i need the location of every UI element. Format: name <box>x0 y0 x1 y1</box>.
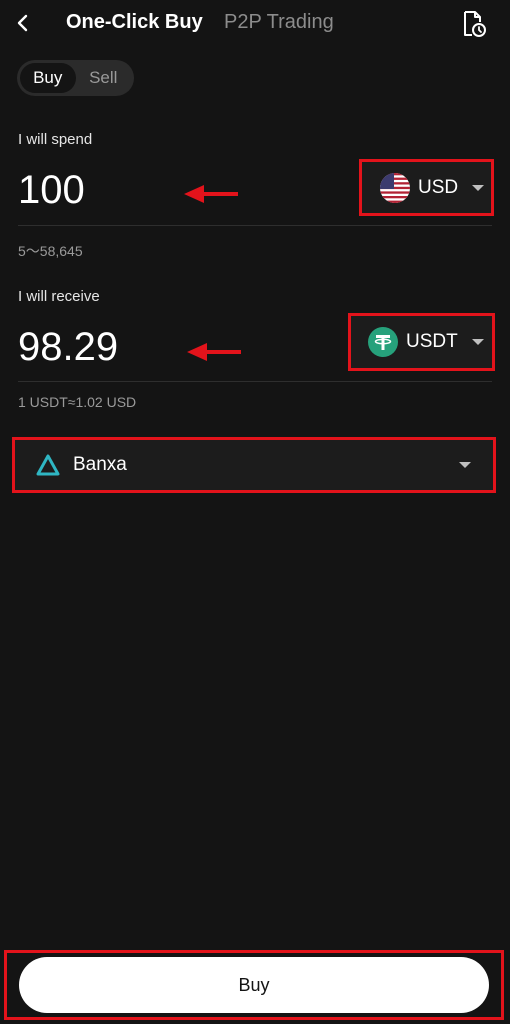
chevron-down-icon <box>472 184 485 191</box>
sell-toggle-option[interactable]: Sell <box>76 63 132 93</box>
buy-sell-toggle: Buy Sell <box>17 60 134 96</box>
order-history-button[interactable] <box>458 8 490 40</box>
tether-icon <box>368 327 398 357</box>
spend-currency-code: USD <box>418 176 459 198</box>
provider-name: Banxa <box>73 454 127 475</box>
us-flag-icon <box>380 172 410 203</box>
tab-p2p-trading[interactable]: P2P Trading <box>224 11 334 34</box>
divider <box>18 225 492 226</box>
exchange-rate-hint: 1 USDT≈1.02 USD <box>18 394 137 410</box>
payment-provider-selector[interactable]: Banxa <box>12 437 496 493</box>
receive-currency-code: USDT <box>406 331 458 352</box>
banxa-logo-icon <box>36 454 60 476</box>
chevron-down-icon <box>471 339 484 345</box>
spend-range-hint: 5～58,645 <box>18 243 83 259</box>
receive-label: I will receive <box>18 288 100 305</box>
chevron-down-icon <box>459 462 471 468</box>
buy-button[interactable]: Buy <box>19 957 489 1013</box>
red-arrow-annotation <box>187 343 241 361</box>
chevron-left-icon <box>17 14 28 32</box>
receive-amount-input[interactable]: 98.29 <box>18 325 118 370</box>
back-button[interactable] <box>10 10 36 36</box>
receive-currency-selector[interactable]: USDT <box>348 313 495 371</box>
top-nav-bar: One-Click Buy P2P Trading <box>0 0 510 48</box>
spend-label: I will spend <box>18 131 93 148</box>
divider <box>18 381 492 382</box>
document-clock-icon <box>464 11 486 37</box>
buy-button-highlight: Buy <box>4 950 504 1020</box>
spend-currency-selector[interactable]: USD <box>359 159 494 216</box>
tab-one-click-buy[interactable]: One-Click Buy <box>66 11 203 34</box>
buy-toggle-option[interactable]: Buy <box>20 63 76 93</box>
red-arrow-annotation <box>184 185 238 203</box>
spend-amount-input[interactable]: 100 <box>18 168 85 213</box>
